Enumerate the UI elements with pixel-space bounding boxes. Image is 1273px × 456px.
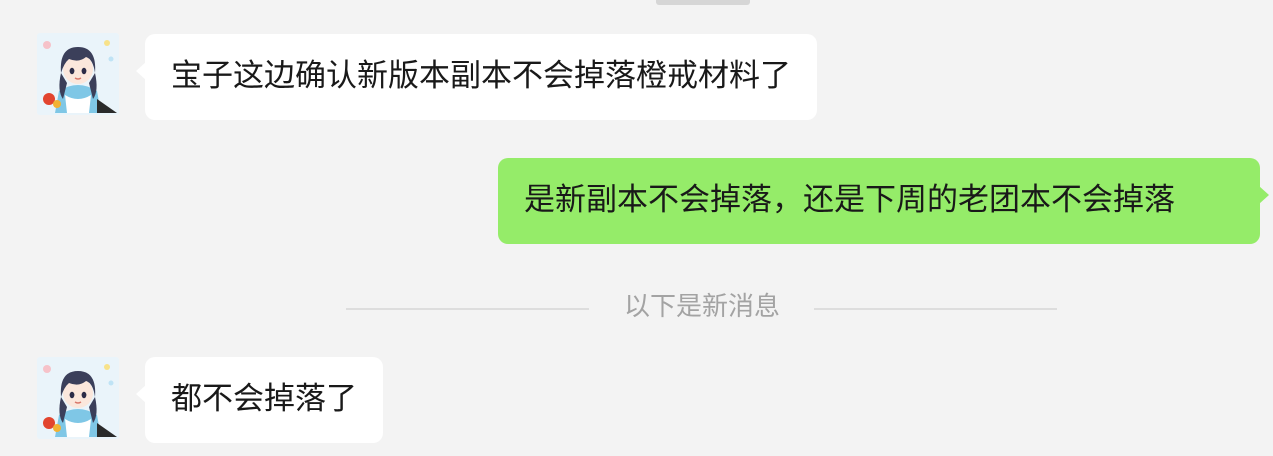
divider-label: 以下是新消息 <box>623 292 780 322</box>
message-text: 都不会掉落了 <box>171 381 357 417</box>
divider-line-left <box>346 308 589 310</box>
contact-avatar[interactable] <box>37 33 119 115</box>
divider-line-right <box>814 308 1057 310</box>
message-bubble-outgoing[interactable]: 是新副本不会掉落，还是下周的老团本不会掉落 <box>498 158 1269 244</box>
message-text: 宝子这边确认新版本副本不会掉落橙戒材料了 <box>171 58 791 94</box>
anime-character-avatar-icon <box>37 357 119 439</box>
message-bubble-incoming[interactable]: 宝子这边确认新版本副本不会掉落橙戒材料了 <box>136 34 817 120</box>
scroll-indicator <box>656 0 750 5</box>
message-text: 是新副本不会掉落，还是下周的老团本不会掉落 <box>524 182 1175 218</box>
contact-avatar[interactable] <box>37 357 119 439</box>
anime-character-avatar-icon <box>37 33 119 115</box>
message-bubble-incoming[interactable]: 都不会掉落了 <box>136 357 383 443</box>
